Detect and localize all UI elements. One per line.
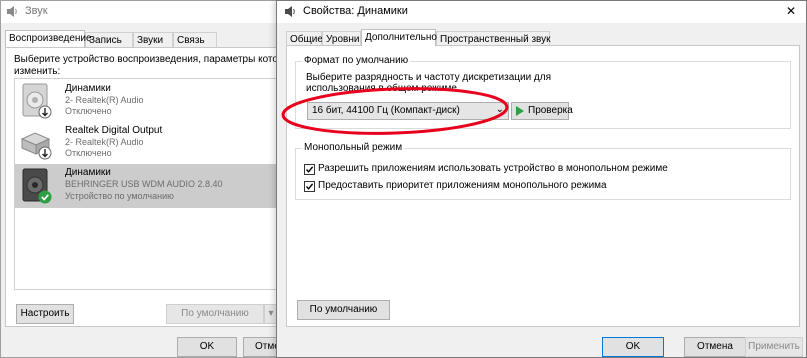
checkmark-icon [305,166,314,173]
tab-general[interactable]: Общие [286,31,323,46]
playback-instruction-2: изменить: [14,66,61,77]
tab-communications[interactable]: Связь [173,32,217,47]
device-status: Устройство по умолчанию [65,191,174,201]
ok-button[interactable]: OK [602,337,664,357]
tab-levels[interactable]: Уровни [322,31,361,46]
device-driver: 2- Realtek(R) Audio [65,137,144,147]
properties-title: Свойства: Динамики [303,5,408,17]
exclusive-priority-label[interactable]: Предоставить приоритет приложениям моноп… [318,180,607,191]
sound-dialog-title: Звук [25,5,48,17]
device-driver: 2- Realtek(R) Audio [65,95,144,105]
speaker-properties-dialog: Свойства: Динамики ✕ Общие Уровни Дополн… [276,0,807,358]
device-status: Отключено [65,106,112,116]
tab-levels-label: Уровни [326,34,360,45]
properties-titlebar[interactable]: Свойства: Динамики ✕ [277,1,806,23]
device-list: Динамики 2- Realtek(R) Audio Отключено R… [14,78,291,290]
apply-button[interactable]: Применить [745,337,803,357]
tab-advanced[interactable]: Дополнительно [361,29,437,46]
default-format-instruction-1: Выберите разрядность и частоту дискретиз… [306,72,552,83]
exclusive-priority-checkbox[interactable] [304,181,315,192]
chevron-down-icon: ⌄ [495,104,504,115]
default-format-group: Формат по умолчанию Выберите разрядность… [295,55,791,129]
checkmark-icon [305,183,314,190]
restore-defaults-button[interactable]: По умолчанию [297,300,390,320]
configure-button[interactable]: Настроить [16,304,74,324]
allow-exclusive-checkbox[interactable] [304,164,315,175]
tab-general-label: Общие [290,34,323,45]
tab-recording[interactable]: Запись [85,32,133,47]
tab-sounds-label: Звуки [137,35,164,46]
tab-spatial-sound-label: Пространственный звук [440,34,551,45]
properties-tabs: Общие Уровни Дополнительно Пространствен… [286,29,586,46]
tab-sounds[interactable]: Звуки [133,32,173,47]
device-item-speakers-realtek[interactable]: Динамики 2- Realtek(R) Audio Отключено [15,79,291,123]
ok-button[interactable]: OK [177,337,237,357]
sample-format-dropdown[interactable]: 16 бит, 44100 Гц (Компакт-диск) ⌄ [307,102,509,120]
tab-playback[interactable]: Воспроизведение [5,30,92,47]
tab-spatial-sound[interactable]: Пространственный звук [436,31,551,46]
speaker-icon [6,5,19,21]
exclusive-mode-group: Монопольный режим Разрешить приложениям … [295,142,791,200]
device-name: Динамики [65,167,111,178]
allow-exclusive-label[interactable]: Разрешить приложениям использовать устро… [318,163,668,174]
speaker-device-icon [19,167,53,208]
set-default-button[interactable]: По умолчанию [166,304,264,324]
advanced-panel: Формат по умолчанию Выберите разрядность… [286,45,800,327]
chevron-down-icon: ▾ [268,308,274,319]
sound-dialog-titlebar[interactable]: Звук [1,1,291,23]
device-name: Динамики [65,83,111,94]
tab-communications-label: Связь [177,35,205,46]
default-format-instruction-2: использования в общем режиме [306,83,457,94]
device-status: Отключено [65,148,112,158]
sound-tabs: Воспроизведение Запись Звуки Связь [5,30,285,47]
default-format-title: Формат по умолчанию [302,55,411,66]
test-button[interactable]: Проверка [511,102,573,122]
device-item-speakers-behringer[interactable]: Динамики BEHRINGER USB WDM AUDIO 2.8.40 … [15,164,291,208]
device-driver: BEHRINGER USB WDM AUDIO 2.8.40 [65,179,223,189]
playback-panel: Выберите устройство воспроизведения, пар… [5,47,298,327]
device-name: Realtek Digital Output [65,125,163,136]
tab-advanced-label: Дополнительно [365,32,437,43]
sample-format-value: 16 бит, 44100 Гц (Компакт-диск) [312,105,460,116]
digital-output-icon [19,127,53,164]
test-button-label: Проверка [528,105,573,116]
play-icon [515,106,525,122]
cancel-button[interactable]: Отмена [684,337,746,357]
speaker-device-icon [19,82,53,123]
tab-playback-label: Воспроизведение [9,33,92,44]
tab-recording-label: Запись [89,35,122,46]
playback-instruction-1: Выберите устройство воспроизведения, пар… [14,54,299,65]
sound-dialog: Звук Воспроизведение Запись Звуки Связь … [0,0,298,358]
close-icon[interactable]: ✕ [786,4,796,18]
speaker-icon [284,5,297,21]
device-item-digital-output[interactable]: Realtek Digital Output 2- Realtek(R) Aud… [15,123,291,163]
exclusive-mode-title: Монопольный режим [302,142,405,153]
